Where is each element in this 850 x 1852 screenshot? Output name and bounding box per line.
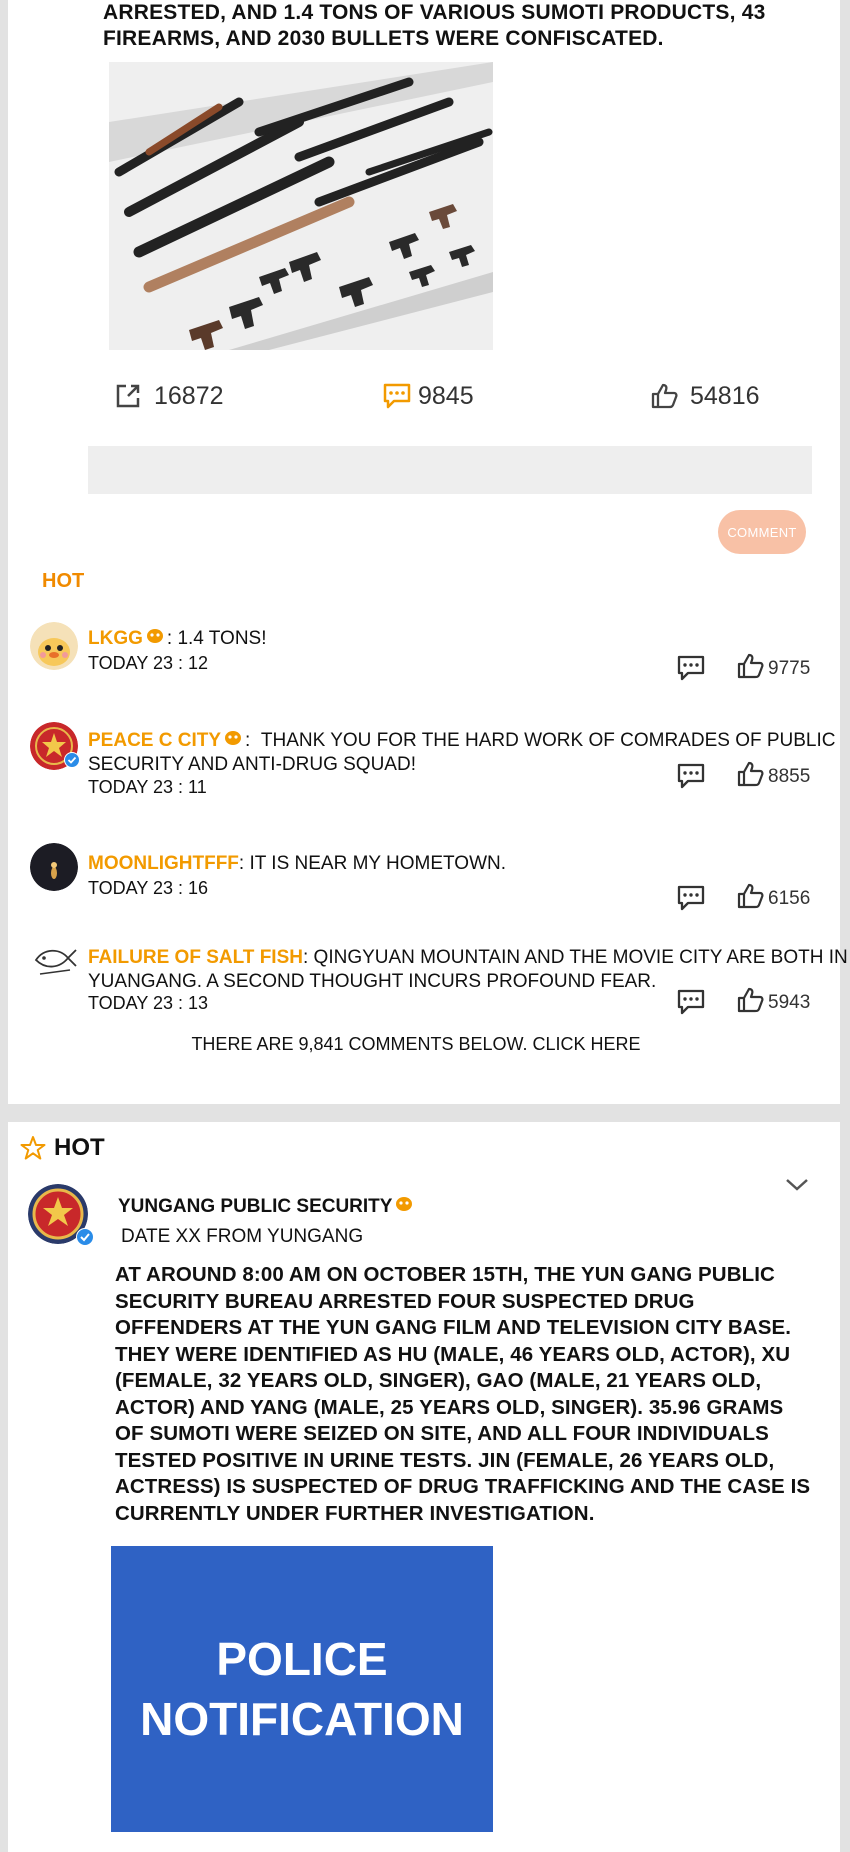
firearms-illustration — [109, 62, 493, 350]
comment-text-line: LKGG : 1.4 TONS! — [88, 627, 838, 651]
reply-icon[interactable] — [676, 762, 706, 795]
comment-like-count: 9775 — [768, 658, 811, 679]
confiscated-firearms-image[interactable] — [109, 62, 493, 350]
author-name[interactable]: YUNGANG PUBLIC SECURITY — [118, 1196, 416, 1218]
comment-text: : 1.4 TONS! — [166, 628, 267, 650]
thumbs-up-icon — [651, 383, 678, 409]
avatar[interactable] — [30, 938, 78, 986]
police-notification-image[interactable]: POLICE NOTIFICATION — [111, 1546, 493, 1832]
member-badge-icon — [146, 627, 164, 651]
moonlight-avatar-icon — [30, 843, 78, 891]
comment-time: TODAY 23 : 12 — [88, 653, 209, 673]
avatar[interactable] — [30, 622, 78, 670]
like-count: 54816 — [690, 381, 760, 410]
post-card: ARRESTED, AND 1.4 TONS OF VARIOUS SUMOTI… — [8, 0, 848, 1104]
member-badge-icon — [395, 1196, 413, 1218]
comment-time: TODAY 23 : 16 — [88, 878, 209, 898]
star-icon — [20, 1136, 46, 1160]
hot-comments-label: HOT — [42, 570, 85, 592]
verified-badge-icon — [76, 1228, 94, 1246]
comment-like-button[interactable]: 5943 — [736, 986, 810, 1014]
thumbs-up-icon — [737, 653, 764, 679]
comment-text-line: FAILURE OF SALT FISH: QINGYUAN MOUNTAIN … — [88, 946, 848, 994]
comment-like-count: 6156 — [768, 888, 811, 909]
comment-count: 9845 — [418, 381, 474, 410]
post-date: DATE XX FROM YUNGANG — [121, 1226, 364, 1247]
comment-like-button[interactable]: 9775 — [736, 652, 810, 680]
hot-section-header: HOT — [20, 1134, 105, 1162]
comment-time: TODAY 23 : 13 — [88, 993, 209, 1013]
comment-like-button[interactable]: 6156 — [736, 882, 810, 910]
reply-icon[interactable] — [676, 988, 706, 1021]
comment-like-count: 5943 — [768, 992, 811, 1013]
thumbs-up-icon — [737, 761, 764, 787]
comment-text: : IT IS NEAR MY HOMETOWN. — [238, 853, 507, 874]
more-comments-link[interactable]: THERE ARE 9,841 COMMENTS BELOW. CLICK HE… — [8, 1034, 824, 1055]
avatar[interactable] — [30, 843, 78, 891]
repost-button[interactable]: 16872 — [114, 378, 224, 414]
comment-username[interactable]: MOONLIGHTFFF — [88, 853, 239, 874]
comment-icon — [383, 383, 411, 409]
reply-icon[interactable] — [676, 654, 706, 687]
comment-input[interactable] — [88, 446, 812, 494]
notification-line-2: NOTIFICATION — [140, 1693, 464, 1745]
post-text: ARRESTED, AND 1.4 TONS OF VARIOUS SUMOTI… — [103, 1, 766, 50]
author-name-text: YUNGANG PUBLIC SECURITY — [118, 1196, 393, 1218]
thumbs-up-icon — [737, 987, 764, 1013]
hot-post-card: HOT YUNGANG PUBLIC SECURITY DATE XX FROM… — [8, 1122, 840, 1852]
sketch-fish-avatar-icon — [30, 938, 78, 986]
notification-line-1: POLICE — [216, 1633, 388, 1685]
verified-badge-icon — [64, 752, 80, 768]
comment-username[interactable]: FAILURE OF SALT FISH — [88, 947, 303, 968]
post-body: AT AROUND 8:00 AM ON OCTOBER 15TH, THE Y… — [115, 1263, 811, 1525]
repost-count: 16872 — [154, 381, 224, 410]
reply-icon[interactable] — [676, 884, 706, 917]
comment-submit-button[interactable]: COMMENT — [718, 510, 806, 554]
comment-username[interactable]: PEACE C CITY — [88, 730, 221, 751]
comment-username[interactable]: LKGG — [88, 628, 143, 649]
hot-section-title: HOT — [54, 1134, 105, 1161]
comment-like-button[interactable]: 8855 — [736, 760, 810, 788]
like-button[interactable]: 54816 — [650, 378, 760, 414]
member-badge-icon — [224, 729, 242, 753]
thumbs-up-icon — [737, 883, 764, 909]
comment-time: TODAY 23 : 11 — [88, 777, 207, 797]
comment-text-line: PEACE C CITY: THANK YOU FOR THE HARD WOR… — [88, 729, 848, 777]
comment-like-count: 8855 — [768, 766, 811, 787]
comment-count-button[interactable]: 9845 — [382, 378, 474, 414]
chevron-down-icon[interactable] — [784, 1176, 810, 1194]
cartoon-chick-avatar-icon — [30, 622, 78, 670]
share-icon — [116, 384, 140, 408]
comment-text-line: MOONLIGHTFFF: IT IS NEAR MY HOMETOWN. — [88, 852, 838, 876]
